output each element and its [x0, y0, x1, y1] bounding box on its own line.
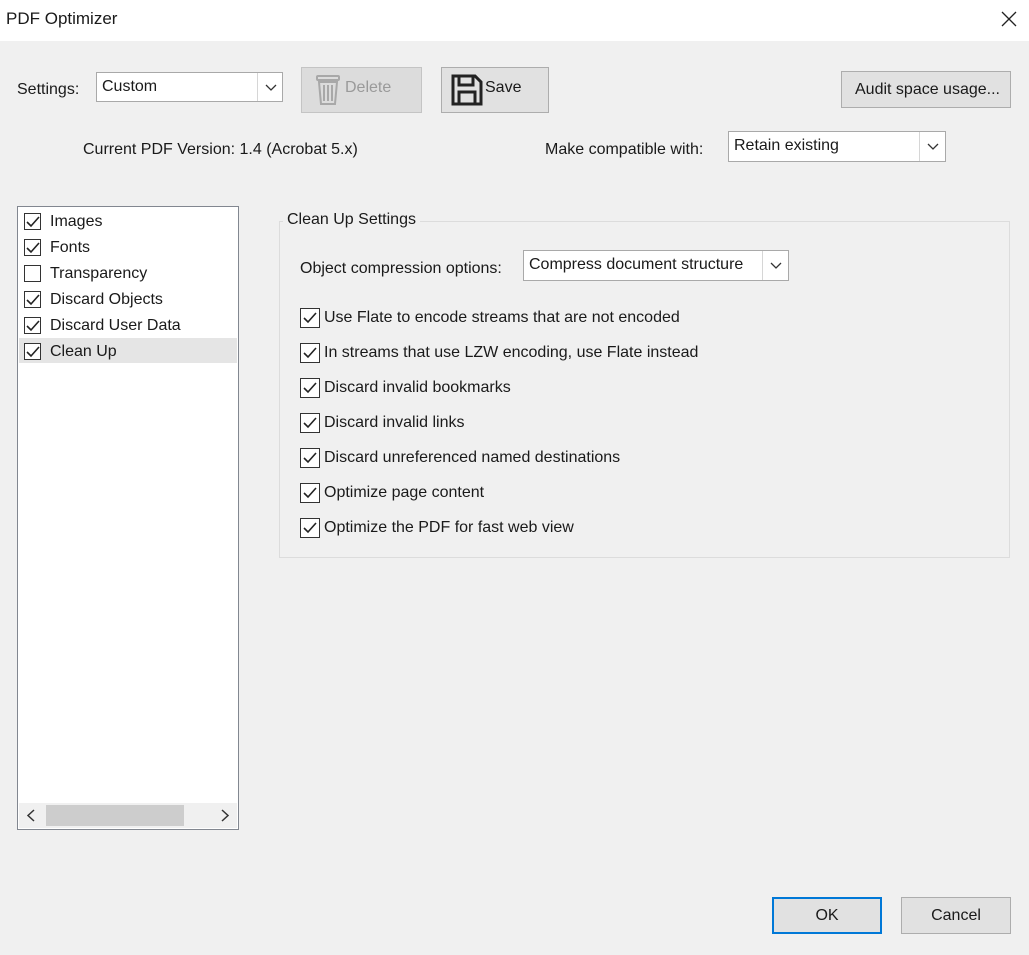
- option-label: Discard unreferenced named destinations: [324, 449, 621, 466]
- window-title: PDF Optimizer: [6, 9, 118, 28]
- category-label: Discard Objects: [50, 291, 163, 308]
- horizontal-scrollbar[interactable]: [19, 803, 237, 828]
- option-checkbox[interactable]: [300, 483, 320, 503]
- option-checkbox[interactable]: [300, 343, 320, 363]
- delete-button[interactable]: Delete: [301, 67, 422, 113]
- option-label: Optimize the PDF for fast web view: [324, 519, 574, 536]
- compression-label: Object compression options:: [300, 260, 502, 277]
- category-item[interactable]: Discard User Data: [19, 312, 237, 337]
- option-label: Discard invalid links: [324, 414, 465, 431]
- option-checkbox[interactable]: [300, 518, 320, 538]
- cancel-label: Cancel: [931, 907, 981, 924]
- save-button[interactable]: Save: [441, 67, 549, 113]
- compat-value: Retain existing: [734, 137, 839, 154]
- settings-label: Settings:: [17, 81, 80, 98]
- option-label: Optimize page content: [324, 484, 485, 501]
- settings-value: Custom: [102, 78, 158, 95]
- transparency-checkbox[interactable]: [24, 265, 41, 282]
- group-title: Clean Up Settings: [283, 211, 420, 229]
- option-checkbox[interactable]: [300, 378, 320, 398]
- chevron-down-icon: [257, 73, 284, 101]
- category-label: Discard User Data: [50, 317, 181, 334]
- compression-value: Compress document structure: [529, 256, 744, 273]
- fonts-checkbox[interactable]: [24, 239, 41, 256]
- make-compatible-label: Make compatible with:: [545, 141, 704, 158]
- option-label: Discard invalid bookmarks: [324, 379, 511, 396]
- scrollbar-thumb[interactable]: [46, 805, 184, 826]
- object-compression-dropdown[interactable]: Compress document structure: [523, 250, 789, 281]
- category-item[interactable]: Discard Objects: [19, 286, 237, 311]
- chevron-down-icon: [762, 251, 789, 280]
- audit-label: Audit space usage...: [855, 81, 1000, 98]
- make-compatible-dropdown[interactable]: Retain existing: [728, 131, 946, 162]
- discard-user-data-checkbox[interactable]: [24, 317, 41, 334]
- ok-button[interactable]: OK: [772, 897, 882, 934]
- delete-label: Delete: [345, 79, 392, 96]
- title-bar: [0, 0, 1029, 41]
- option-label: Use Flate to encode streams that are not…: [324, 309, 680, 326]
- settings-dropdown[interactable]: Custom: [96, 72, 283, 102]
- option-checkbox[interactable]: [300, 448, 320, 468]
- images-checkbox[interactable]: [24, 213, 41, 230]
- current-pdf-version: Current PDF Version: 1.4 (Acrobat 5.x): [83, 141, 358, 158]
- category-item[interactable]: Fonts: [19, 234, 237, 259]
- option-checkbox[interactable]: [300, 308, 320, 328]
- category-label: Transparency: [50, 265, 148, 282]
- audit-space-usage-button[interactable]: Audit space usage...: [841, 71, 1011, 108]
- cancel-button[interactable]: Cancel: [901, 897, 1011, 934]
- trash-icon: [313, 74, 343, 111]
- option-label: In streams that use LZW encoding, use Fl…: [324, 344, 699, 361]
- scroll-right-icon[interactable]: [213, 803, 237, 828]
- save-label: Save: [485, 79, 522, 96]
- category-item[interactable]: Clean Up: [19, 338, 237, 363]
- chevron-down-icon: [919, 132, 946, 161]
- category-item[interactable]: Images: [19, 208, 237, 233]
- scroll-left-icon[interactable]: [19, 803, 43, 828]
- category-item[interactable]: Transparency: [19, 260, 237, 285]
- category-list: Images Fonts Transparency Discard Objects Di…: [17, 206, 239, 830]
- category-label: Fonts: [50, 239, 91, 256]
- discard-objects-checkbox[interactable]: [24, 291, 41, 308]
- clean-up-checkbox[interactable]: [24, 343, 41, 360]
- category-label: Images: [50, 213, 103, 230]
- category-label: Clean Up: [50, 343, 117, 360]
- ok-label: OK: [815, 907, 839, 924]
- floppy-disk-icon: [451, 74, 483, 111]
- option-checkbox[interactable]: [300, 413, 320, 433]
- close-icon[interactable]: [995, 7, 1023, 33]
